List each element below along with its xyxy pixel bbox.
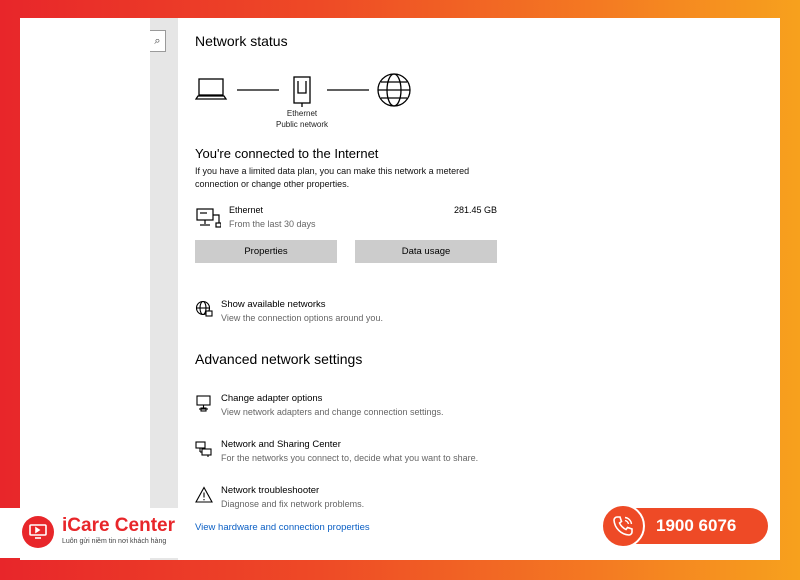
router-icon	[293, 76, 311, 107]
globe-icon	[377, 73, 411, 107]
change-adapter-options-title: Change adapter options	[221, 393, 323, 404]
adapter-icon	[196, 395, 211, 412]
network-troubleshooter-description: Diagnose and fix network problems.	[221, 499, 365, 509]
advanced-settings-heading: Advanced network settings	[195, 351, 363, 367]
ethernet-usage-row: Ethernet From the last 30 days 281.45 GB	[195, 204, 497, 232]
sharing-center-icon	[195, 441, 212, 457]
brand-slogan: Luôn gửi niềm tin nơi khách hàng	[62, 538, 167, 545]
network-troubleshooter-link[interactable]: Network troubleshooter Diagnose and fix …	[195, 485, 525, 515]
hotline-number: 1900 6076	[656, 516, 737, 535]
settings-window: ⌕ Network status Ethernet Public network…	[20, 18, 780, 560]
ethernet-data-used: 281.45 GB	[453, 205, 497, 215]
hardware-properties-link[interactable]: View hardware and connection properties	[195, 522, 370, 533]
show-available-networks-description: View the connection options around you.	[221, 313, 383, 323]
brand-name: iCare Center	[62, 515, 175, 536]
change-adapter-options-description: View network adapters and change connect…	[221, 407, 444, 417]
change-adapter-options-link[interactable]: Change adapter options View network adap…	[195, 393, 525, 423]
show-available-networks-link[interactable]: Show available networks View the connect…	[195, 299, 525, 329]
connection-description: If you have a limited data plan, you can…	[195, 166, 470, 189]
data-usage-button[interactable]: Data usage	[355, 240, 497, 263]
network-type-label: Public network	[275, 120, 329, 129]
network-diagram-graphic	[194, 73, 411, 107]
navigation-scroll-area	[150, 18, 178, 560]
network-sharing-center-title: Network and Sharing Center	[221, 439, 341, 450]
network-sharing-center-description: For the networks you connect to, decide …	[221, 453, 479, 463]
ethernet-period: From the last 30 days	[229, 219, 316, 229]
network-troubleshooter-title: Network troubleshooter	[221, 485, 320, 496]
show-available-networks-title: Show available networks	[221, 299, 326, 310]
network-status-page: Network status Ethernet Public network Y…	[194, 18, 780, 560]
page-title: Network status	[195, 33, 288, 49]
laptop-icon	[194, 78, 228, 100]
search-icon: ⌕	[154, 34, 161, 47]
phone-graphic	[613, 516, 633, 536]
ethernet-name: Ethernet	[229, 205, 264, 215]
network-sharing-center-link[interactable]: Network and Sharing Center For the netwo…	[195, 439, 525, 469]
ethernet-label: Ethernet	[286, 109, 318, 118]
network-diagram: Ethernet Public network	[194, 73, 425, 133]
left-navigation-pane	[20, 18, 150, 560]
logo-icon	[29, 524, 47, 539]
search-button[interactable]: ⌕	[150, 30, 166, 52]
brand-logo	[22, 516, 54, 548]
network-globe-icon	[195, 300, 213, 317]
ethernet-pc-icon	[196, 208, 221, 228]
properties-button[interactable]: Properties	[195, 240, 337, 263]
phone-icon	[601, 504, 645, 548]
warning-icon	[195, 486, 213, 503]
connection-status-heading: You're connected to the Internet	[195, 146, 379, 161]
